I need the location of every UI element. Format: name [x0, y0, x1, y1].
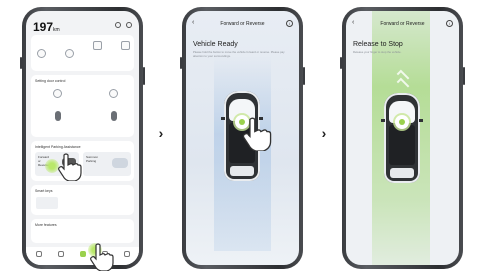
- door-control-card: Setting door control: [31, 75, 134, 137]
- vehicle-tab-icon[interactable]: [80, 251, 86, 257]
- door-rear-left-icon[interactable]: [55, 111, 61, 121]
- status-subtext: Release your finger to stop the vehicle.: [353, 50, 402, 54]
- phone-vehicle-ready: ‹ Forward or Reverse i Vehicle Ready Ple…: [180, 7, 305, 269]
- parking-assist-title: Intelligent Parking Assistance: [35, 145, 81, 149]
- service-tab-icon[interactable]: [58, 251, 64, 257]
- release-to-stop-screen: ‹ Forward or Reverse i Release to Stop R…: [346, 11, 459, 265]
- smart-keys-title: Smart keys: [35, 189, 53, 193]
- phone-volume-button: [340, 57, 342, 69]
- phone-release-to-stop: ‹ Forward or Reverse i Release to Stop R…: [340, 7, 465, 269]
- phone-volume-button: [20, 57, 22, 69]
- info-icon[interactable]: i: [446, 20, 453, 27]
- top-icons: [115, 22, 132, 28]
- phone-power-button: [463, 67, 465, 85]
- quick-controls-card: [31, 35, 134, 71]
- phone-volume-button: [180, 57, 182, 69]
- lock-icon[interactable]: [37, 49, 46, 58]
- door-front-left-icon[interactable]: [53, 89, 62, 98]
- nav-title: Forward or Reverse: [380, 21, 425, 27]
- nav-title: Forward or Reverse: [220, 21, 265, 27]
- door-rear-right-icon[interactable]: [111, 111, 117, 121]
- info-icon[interactable]: i: [286, 20, 293, 27]
- more-features-title: More features: [35, 223, 57, 227]
- status-headline: Release to Stop: [353, 41, 403, 48]
- home-screen: 197km Setting door control Intelligent P…: [26, 11, 139, 265]
- key-item[interactable]: [36, 197, 58, 209]
- profile-tab-icon[interactable]: [124, 251, 130, 257]
- door-front-right-icon[interactable]: [109, 89, 118, 98]
- door-control-title: Setting door control: [35, 79, 66, 83]
- car-icon: [112, 158, 128, 168]
- hand-pointer-icon: [242, 117, 272, 151]
- home-tab-icon[interactable]: [36, 251, 42, 257]
- more-features-card: More features: [31, 219, 134, 243]
- hand-pointer-icon: [90, 243, 114, 271]
- window-icon[interactable]: [65, 49, 74, 58]
- hold-to-move-button[interactable]: [395, 115, 409, 129]
- nav-bar: ‹ Forward or Reverse i: [346, 18, 459, 32]
- status-headline: Vehicle Ready: [193, 41, 238, 48]
- phone-app-home: 197km Setting door control Intelligent P…: [20, 7, 145, 271]
- settings-icon[interactable]: [126, 22, 132, 28]
- parking-assist-card: Intelligent Parking Assistance Forward o…: [31, 141, 134, 181]
- trunk-icon[interactable]: [93, 41, 102, 50]
- vehicle-top-view: [381, 93, 423, 183]
- scan-icon[interactable]: [115, 22, 121, 28]
- range-readout: 197km: [33, 20, 60, 34]
- charging-icon[interactable]: [121, 41, 130, 50]
- phone-power-button: [303, 67, 305, 85]
- tab-bar: [26, 247, 139, 265]
- chevron-right-icon: ›: [321, 125, 327, 141]
- phone-power-button: [143, 67, 145, 85]
- smart-keys-card: Smart keys: [31, 185, 134, 215]
- nav-bar: ‹ Forward or Reverse i: [186, 18, 299, 32]
- summon-parking-option[interactable]: Summon Parking: [83, 152, 131, 176]
- hand-pointer-icon: [58, 153, 82, 181]
- chevron-right-icon: ›: [158, 125, 164, 141]
